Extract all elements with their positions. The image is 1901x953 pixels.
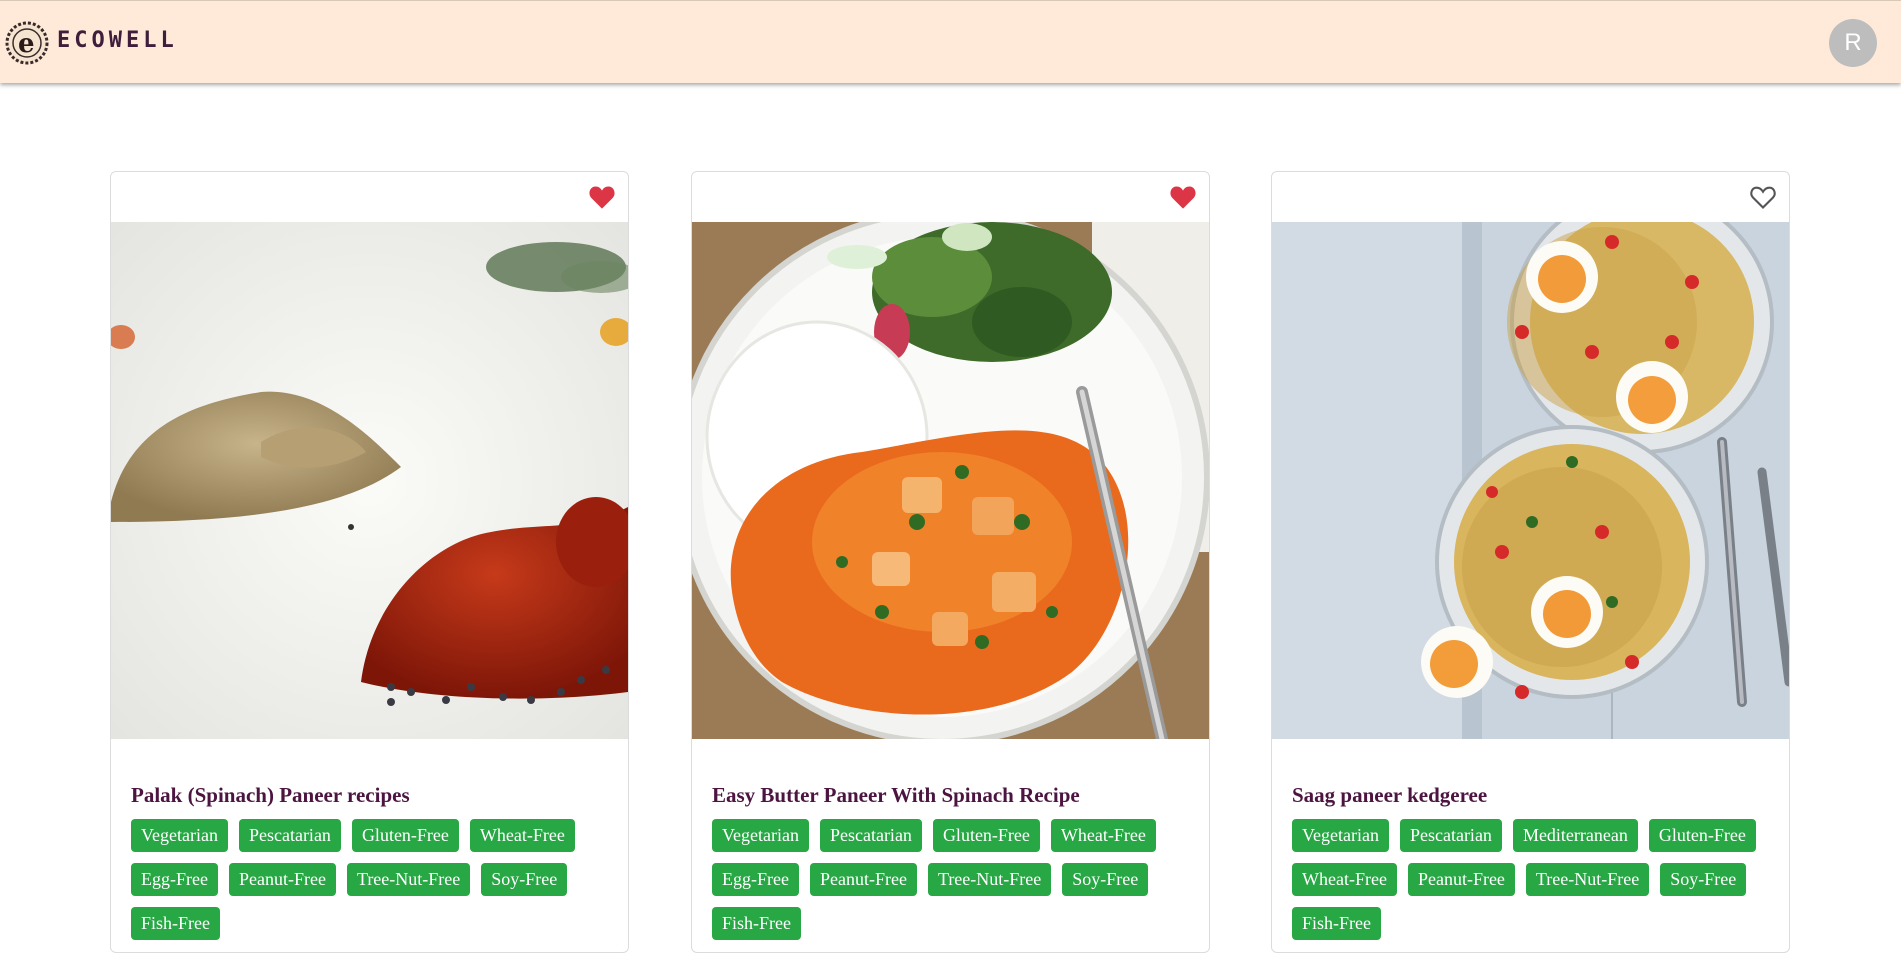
favorite-heart-icon[interactable] [588, 184, 616, 210]
diet-tag: Wheat-Free [1292, 863, 1397, 896]
recipe-image[interactable] [692, 222, 1209, 739]
diet-tags: Vegetarian Pescatarian Mediterranean Glu… [1292, 819, 1762, 940]
diet-tag: Peanut-Free [228, 863, 336, 896]
recipe-image[interactable] [1272, 222, 1789, 739]
diet-tag: Gluten-Free [351, 819, 459, 852]
brand-name[interactable]: ECOWELL [57, 28, 178, 53]
diet-tag: Soy-Free [481, 863, 568, 896]
favorite-heart-icon[interactable] [1169, 184, 1197, 210]
diet-tag: Vegetarian [131, 819, 228, 852]
recipe-title[interactable]: Easy Butter Paneer With Spinach Recipe [712, 783, 1080, 808]
user-avatar[interactable]: R [1829, 19, 1877, 67]
top-navbar: e ECOWELL R [0, 0, 1901, 83]
diet-tag: Pescatarian [238, 819, 341, 852]
recipe-card[interactable]: Saag paneer kedgeree Vegetarian Pescatar… [1271, 171, 1790, 953]
recipe-card[interactable]: Easy Butter Paneer With Spinach Recipe V… [691, 171, 1210, 953]
recipe-title[interactable]: Palak (Spinach) Paneer recipes [131, 783, 410, 808]
diet-tag: Fish-Free [131, 907, 220, 940]
diet-tag: Soy-Free [1660, 863, 1747, 896]
diet-tag: Soy-Free [1062, 863, 1149, 896]
diet-tag: Vegetarian [1292, 819, 1389, 852]
diet-tag: Egg-Free [131, 863, 218, 896]
diet-tag: Egg-Free [712, 863, 799, 896]
diet-tag: Pescatarian [1399, 819, 1502, 852]
recipe-card[interactable]: Palak (Spinach) Paneer recipes Vegetaria… [110, 171, 629, 953]
diet-tag: Vegetarian [712, 819, 809, 852]
diet-tag: Gluten-Free [932, 819, 1040, 852]
favorite-heart-outline-icon[interactable] [1749, 184, 1777, 210]
diet-tag: Tree-Nut-Free [927, 863, 1052, 896]
diet-tag: Tree-Nut-Free [346, 863, 471, 896]
diet-tag: Fish-Free [712, 907, 801, 940]
diet-tag: Peanut-Free [1407, 863, 1515, 896]
diet-tag: Peanut-Free [809, 863, 917, 896]
svg-text:e: e [18, 29, 35, 59]
diet-tags: Vegetarian Pescatarian Gluten-Free Wheat… [131, 819, 601, 940]
diet-tag: Mediterranean [1512, 819, 1638, 852]
recipe-title[interactable]: Saag paneer kedgeree [1292, 783, 1487, 808]
diet-tag: Wheat-Free [1050, 819, 1156, 852]
diet-tag: Tree-Nut-Free [1525, 863, 1650, 896]
diet-tags: Vegetarian Pescatarian Gluten-Free Wheat… [712, 819, 1182, 940]
recipe-image[interactable] [111, 222, 628, 739]
diet-tag: Fish-Free [1292, 907, 1381, 940]
diet-tag: Wheat-Free [469, 819, 575, 852]
ecowell-logo-icon[interactable]: e [4, 17, 56, 69]
diet-tag: Pescatarian [819, 819, 922, 852]
diet-tag: Gluten-Free [1648, 819, 1756, 852]
